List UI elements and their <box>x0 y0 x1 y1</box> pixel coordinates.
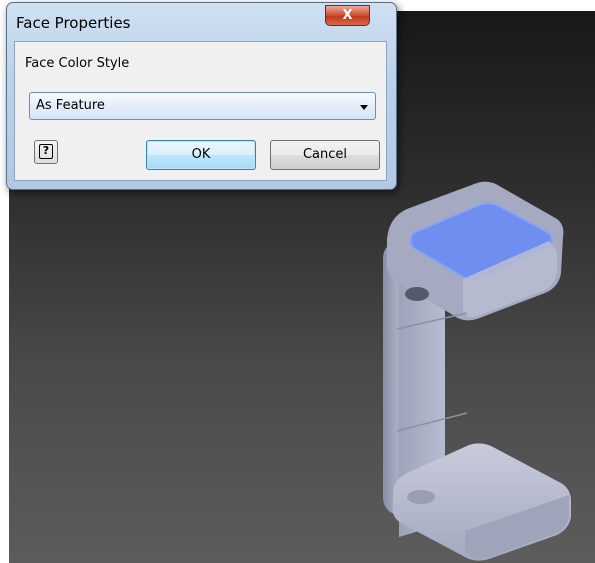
help-button[interactable]: ? <box>34 140 58 164</box>
select-value: As Feature <box>36 98 105 113</box>
part-hole <box>405 287 429 301</box>
help-icon: ? <box>39 144 53 159</box>
part-hole-bottom <box>407 490 435 504</box>
cancel-button[interactable]: Cancel <box>270 140 380 170</box>
close-button[interactable]: X <box>325 5 370 26</box>
ok-button[interactable]: OK <box>146 140 256 170</box>
dialog-titlebar[interactable]: Face Properties X <box>7 3 396 41</box>
face-color-style-select[interactable]: As Feature <box>29 92 376 120</box>
dialog-title: Face Properties <box>16 14 131 32</box>
close-icon: X <box>342 8 353 23</box>
chevron-down-icon <box>360 105 368 110</box>
face-color-style-label: Face Color Style <box>25 56 130 71</box>
face-properties-dialog: Face Properties X Face Color Style As Fe… <box>6 2 397 190</box>
